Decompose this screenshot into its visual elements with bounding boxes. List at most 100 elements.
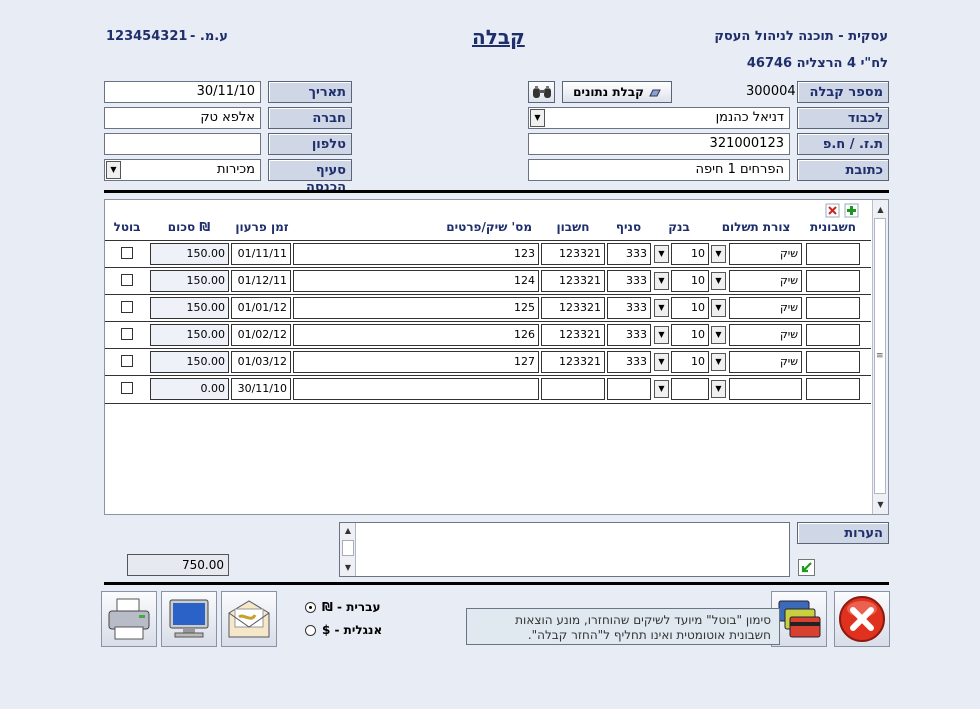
english-radio[interactable] xyxy=(305,624,316,636)
payment-type-cell[interactable]: שיק xyxy=(729,270,802,292)
cancel-checkbox[interactable] xyxy=(121,382,133,394)
close-button[interactable] xyxy=(834,591,890,647)
search-button[interactable] xyxy=(528,81,555,103)
branch-cell[interactable]: 333 xyxy=(607,324,651,346)
account-cell[interactable]: 123321 xyxy=(541,270,605,292)
invoice-cell[interactable] xyxy=(806,378,860,400)
payment-type-dropdown-icon[interactable]: ▼ xyxy=(711,272,726,290)
hebrew-radio[interactable] xyxy=(305,601,316,613)
bank-cell[interactable]: 10 xyxy=(671,297,709,319)
invoice-cell[interactable] xyxy=(806,243,860,265)
amount-cell[interactable]: 150.00 xyxy=(150,270,229,292)
bank-cell[interactable]: 10 xyxy=(671,351,709,373)
payment-type-cell[interactable]: שיק xyxy=(729,324,802,346)
due-date-cell[interactable]: 01/02/12 xyxy=(231,324,291,346)
account-cell[interactable]: 123321 xyxy=(541,351,605,373)
notes-scroll-thumb[interactable] xyxy=(342,540,354,556)
branch-cell[interactable]: 333 xyxy=(607,351,651,373)
branch-cell[interactable]: 333 xyxy=(607,270,651,292)
payment-type-cell[interactable]: שיק xyxy=(729,351,802,373)
account-cell[interactable]: 123321 xyxy=(541,297,605,319)
check-number-cell[interactable]: 125 xyxy=(293,297,539,319)
branch-cell[interactable] xyxy=(607,378,651,400)
col-cancel: בוטל xyxy=(113,220,141,234)
notes-field[interactable] xyxy=(339,522,790,577)
branch-cell[interactable]: 333 xyxy=(607,297,651,319)
bank-dropdown-icon[interactable]: ▼ xyxy=(654,245,669,263)
invoice-cell[interactable] xyxy=(806,324,860,346)
amount-cell[interactable]: 150.00 xyxy=(150,297,229,319)
payment-type-dropdown-icon[interactable]: ▼ xyxy=(711,245,726,263)
due-date-cell[interactable]: 01/12/11 xyxy=(231,270,291,292)
due-date-cell[interactable]: 01/01/12 xyxy=(231,297,291,319)
add-row-icon[interactable] xyxy=(844,203,859,218)
hebrew-label: עברית - ₪ xyxy=(322,600,381,614)
scroll-up-icon[interactable]: ▲ xyxy=(873,202,888,217)
payment-type-dropdown-icon[interactable]: ▼ xyxy=(711,326,726,344)
branch-cell[interactable]: 333 xyxy=(607,243,651,265)
due-date-cell[interactable]: 01/11/11 xyxy=(231,243,291,265)
language-english-option[interactable]: אנגלית - $ xyxy=(305,623,382,637)
check-number-cell[interactable] xyxy=(293,378,539,400)
bank-cell[interactable]: 10 xyxy=(671,243,709,265)
bank-dropdown-icon[interactable]: ▼ xyxy=(654,380,669,398)
amount-cell[interactable]: 150.00 xyxy=(150,324,229,346)
income-dropdown-icon[interactable]: ▼ xyxy=(106,161,121,179)
payment-type-dropdown-icon[interactable]: ▼ xyxy=(711,299,726,317)
payment-type-dropdown-icon[interactable]: ▼ xyxy=(711,353,726,371)
to-label: לכבוד xyxy=(797,107,889,129)
preview-button[interactable] xyxy=(161,591,217,647)
amount-cell[interactable]: 150.00 xyxy=(150,351,229,373)
payment-type-dropdown-icon[interactable]: ▼ xyxy=(711,380,726,398)
bank-dropdown-icon[interactable]: ▼ xyxy=(654,299,669,317)
company-field[interactable]: אלפא טק xyxy=(104,107,261,129)
email-button[interactable] xyxy=(221,591,277,647)
amount-cell[interactable]: 0.00 xyxy=(150,378,229,400)
bank-dropdown-icon[interactable]: ▼ xyxy=(654,272,669,290)
income-select[interactable]: מכירות xyxy=(104,159,261,181)
col-branch: סניף xyxy=(615,220,642,234)
cancel-checkbox[interactable] xyxy=(121,301,133,313)
delete-row-icon[interactable] xyxy=(825,203,840,218)
phone-field[interactable] xyxy=(104,133,261,155)
to-dropdown-icon[interactable]: ▼ xyxy=(530,109,545,127)
check-number-cell[interactable]: 127 xyxy=(293,351,539,373)
invoice-cell[interactable] xyxy=(806,297,860,319)
invoice-cell[interactable] xyxy=(806,270,860,292)
payment-type-cell[interactable]: שיק xyxy=(729,297,802,319)
to-select[interactable]: דניאל כהנמן xyxy=(528,107,790,129)
scroll-down-icon[interactable]: ▼ xyxy=(873,497,888,512)
account-cell[interactable]: 123321 xyxy=(541,243,605,265)
print-button[interactable] xyxy=(101,591,157,647)
bank-cell[interactable]: 10 xyxy=(671,324,709,346)
account-cell[interactable]: 123321 xyxy=(541,324,605,346)
cancel-checkbox[interactable] xyxy=(121,274,133,286)
check-number-cell[interactable]: 126 xyxy=(293,324,539,346)
date-field[interactable]: 30/11/10 xyxy=(104,81,261,103)
printer-icon xyxy=(108,598,150,640)
bank-dropdown-icon[interactable]: ▼ xyxy=(654,353,669,371)
receive-data-button[interactable]: קבלת נתונים xyxy=(562,81,672,103)
check-number-cell[interactable]: 124 xyxy=(293,270,539,292)
due-date-cell[interactable]: 30/11/10 xyxy=(231,378,291,400)
col-invoice: חשבונית xyxy=(810,220,856,234)
bank-dropdown-icon[interactable]: ▼ xyxy=(654,326,669,344)
notes-scroll-up-icon[interactable]: ▲ xyxy=(340,524,356,538)
cancel-checkbox[interactable] xyxy=(121,247,133,259)
payment-type-cell[interactable]: שיק xyxy=(729,243,802,265)
bank-cell[interactable]: 10 xyxy=(671,270,709,292)
check-number-cell[interactable]: 123 xyxy=(293,243,539,265)
expand-notes-icon[interactable] xyxy=(798,559,815,576)
cancel-checkbox[interactable] xyxy=(121,328,133,340)
payment-type-cell[interactable] xyxy=(729,378,802,400)
id-field[interactable]: 321000123 xyxy=(528,133,790,155)
amount-cell[interactable]: 150.00 xyxy=(150,243,229,265)
account-cell[interactable] xyxy=(541,378,605,400)
due-date-cell[interactable]: 01/03/12 xyxy=(231,351,291,373)
cancel-checkbox[interactable] xyxy=(121,355,133,367)
invoice-cell[interactable] xyxy=(806,351,860,373)
bank-cell[interactable] xyxy=(671,378,709,400)
notes-scroll-down-icon[interactable]: ▼ xyxy=(340,561,356,575)
language-hebrew-option[interactable]: עברית - ₪ xyxy=(305,600,380,614)
address-field[interactable]: הפרחים 1 חיפה xyxy=(528,159,790,181)
